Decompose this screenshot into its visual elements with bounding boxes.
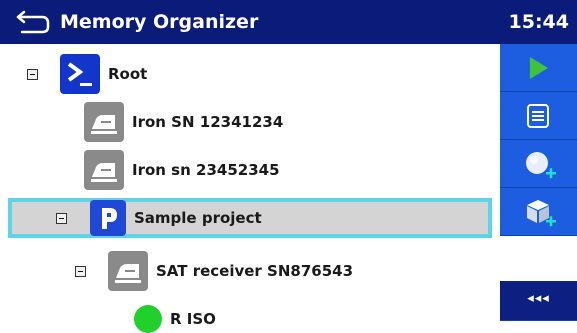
title-bar: Memory Organizer 15:44 [0, 0, 577, 44]
add-object-icon [527, 200, 556, 227]
play-icon [530, 57, 548, 79]
tree-item-label: R ISO [170, 310, 216, 328]
tree-item-label: Iron sn 23452345 [132, 161, 280, 179]
tree-item-sat-receiver[interactable]: SAT receiver SN876543 [0, 247, 500, 295]
memory-tree: Root Iron SN 12341234 Iron sn 23452345 S… [0, 44, 500, 333]
iron-icon [108, 251, 148, 291]
tree-item-iron-1[interactable]: Iron SN 12341234 [0, 98, 500, 146]
collapse-toggle[interactable] [27, 69, 38, 80]
status-dot-icon [134, 305, 162, 333]
add-object-button[interactable] [500, 188, 577, 236]
tree-item-label: Iron SN 12341234 [132, 113, 284, 131]
tree-item-sample-project[interactable]: Sample project [8, 198, 492, 238]
tree-item-label: SAT receiver SN876543 [156, 262, 354, 280]
run-button[interactable] [500, 44, 577, 92]
collapse-toggle[interactable] [75, 266, 86, 277]
add-measurement-icon [526, 152, 556, 179]
tree-item-label: Sample project [134, 209, 262, 227]
back-arrow-icon [16, 10, 50, 34]
tree-item-root[interactable]: Root [0, 50, 500, 98]
iron-icon [84, 102, 124, 142]
project-icon [90, 200, 126, 236]
more-icon: ◂◂◂ [527, 291, 550, 306]
more-options-button[interactable]: ◂◂◂ [500, 281, 577, 321]
action-sidebar: ◂◂◂ [500, 44, 577, 333]
clock: 15:44 [508, 11, 569, 33]
view-list-button[interactable] [500, 92, 577, 140]
page-title: Memory Organizer [60, 11, 259, 33]
iron-icon [84, 150, 124, 190]
tree-item-iron-2[interactable]: Iron sn 23452345 [0, 146, 500, 194]
list-icon [527, 104, 549, 128]
add-measurement-button[interactable] [500, 140, 577, 188]
collapse-toggle[interactable] [56, 213, 67, 224]
tree-item-label: Root [108, 65, 148, 83]
tree-item-r-iso[interactable]: R ISO [0, 295, 500, 333]
root-icon [60, 54, 100, 94]
back-button[interactable] [16, 9, 52, 35]
